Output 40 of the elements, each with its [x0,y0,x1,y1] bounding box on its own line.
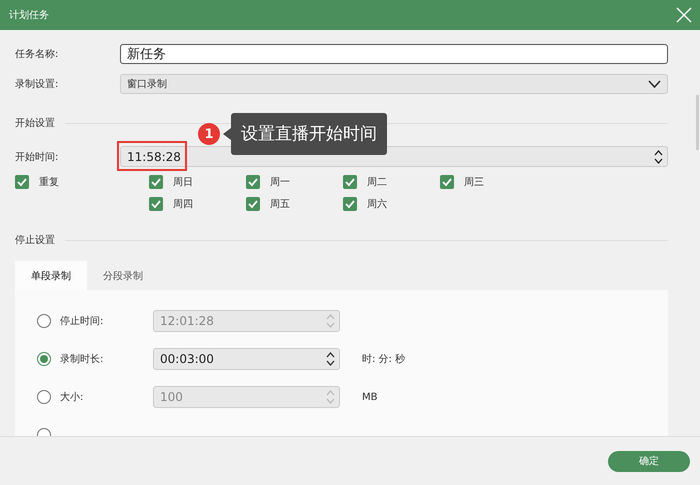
window-title: 计划任务 [9,8,49,22]
checkbox-label: 周六 [367,198,387,211]
spinner-icon[interactable] [326,351,335,367]
option-label: 录制时长: [60,352,104,366]
field-label: 任务名称: [15,48,60,61]
checkbox[interactable] [149,197,163,211]
checkbox-label: 周二 [367,176,387,189]
field-label: 录制设置: [15,78,60,91]
section-title: 停止设置 [15,234,55,247]
checkbox[interactable] [440,175,454,189]
option-label: 大小: [60,390,84,404]
checkbox-label: 重复 [39,176,59,189]
scrollbar[interactable] [696,95,699,150]
task-name-field[interactable]: 新任务 [120,44,668,64]
chevron-down-icon [648,80,661,88]
spin-field[interactable]: 00:03:00 [153,348,340,370]
checkbox-label: 周五 [270,198,290,211]
tab[interactable]: 单段录制 [15,261,87,290]
step-badge: 1 [198,123,220,145]
checkbox[interactable] [15,175,29,189]
ok-button[interactable]: 确定 [608,450,690,472]
field-label: 开始时间: [15,150,60,164]
unit-label: 时: 分: 秒 [362,352,406,366]
section-title: 开始设置 [15,116,55,130]
unit-label: MB [362,392,378,402]
checkbox[interactable] [246,175,260,189]
checkbox[interactable] [149,175,163,189]
close-icon[interactable] [676,7,692,23]
checkbox-label: 周日 [173,176,193,189]
checkbox-label: 周一 [270,176,290,189]
tab[interactable]: 分段录制 [87,261,159,290]
option-label: 停止时间: [60,314,104,328]
checkbox-label: 周四 [173,198,193,211]
checkbox[interactable] [246,197,260,211]
spinner-icon[interactable] [654,148,663,164]
checkbox-label: 周三 [464,176,484,189]
checkbox[interactable] [343,175,357,189]
radio-button[interactable] [37,352,51,366]
checkbox[interactable] [343,197,357,211]
record-setting-dropdown[interactable]: 窗口录制 [120,74,668,94]
